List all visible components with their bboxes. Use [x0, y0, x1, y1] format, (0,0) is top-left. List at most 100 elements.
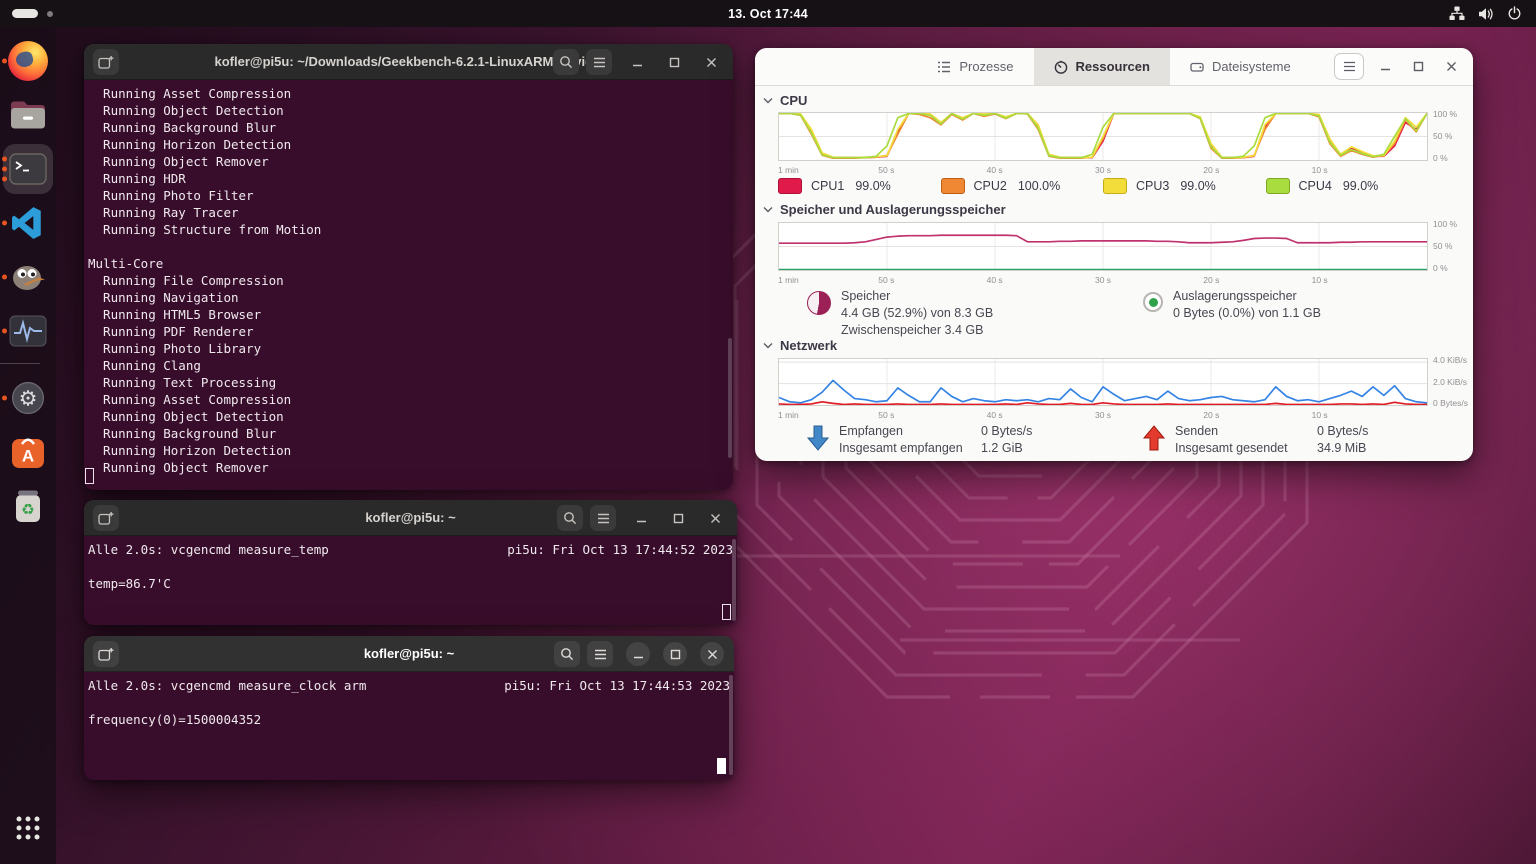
cpu-section-header[interactable]: CPU: [763, 93, 807, 108]
list-icon: [938, 61, 951, 72]
chevron-down-icon: [763, 207, 773, 213]
x-tick-label: 10 s: [1311, 275, 1328, 285]
x-tick-label: 20 s: [1203, 275, 1220, 285]
terminal3-search-button[interactable]: [554, 641, 580, 667]
drive-icon: [1190, 62, 1204, 72]
terminal1-search-button[interactable]: [553, 49, 579, 75]
x-tick-label: 20 s: [1203, 165, 1220, 175]
hamburger-menu-icon: [597, 513, 609, 523]
new-tab-button[interactable]: [93, 49, 119, 75]
terminal3-scrollbar[interactable]: [729, 675, 733, 775]
y-tick-label: 0 %: [1433, 263, 1448, 273]
close-icon: [710, 513, 720, 523]
x-tick-label: 1 min: [778, 410, 799, 420]
legend-cpu-name: CPU1: [811, 179, 845, 193]
terminal3-close-button[interactable]: [700, 642, 724, 666]
terminal1-menu-button[interactable]: [586, 49, 612, 75]
svg-text:♻: ♻: [21, 502, 34, 519]
dock-item-system-monitor[interactable]: [0, 305, 56, 357]
x-tick-label: 1 min: [778, 275, 799, 285]
terminal3-titlebar[interactable]: kofler@pi5u: ~: [84, 636, 734, 672]
terminal3-maximize-button[interactable]: [663, 642, 687, 666]
download-arrow-icon: [807, 425, 829, 451]
terminal2-cursor: [722, 604, 731, 620]
clock[interactable]: 13. Oct 17:44: [728, 7, 808, 21]
memory-info: Speicher 4.4 GB (52.9%) von 8.3 GB Zwisc…: [807, 288, 993, 339]
system-tray[interactable]: [1449, 0, 1522, 27]
network-chart: [778, 358, 1428, 406]
app-grid-icon: [16, 816, 40, 840]
recv-total-label: Insgesamt empfangen: [839, 441, 963, 455]
network-x-axis: 1 min 50 s 40 s 30 s 20 s 10 s: [778, 410, 1428, 420]
cpu-legend-item[interactable]: CPU3 99.0%: [1103, 178, 1266, 194]
terminal2-minimize-button[interactable]: [629, 506, 653, 530]
gauge-icon: [1054, 60, 1067, 74]
files-icon: [11, 101, 45, 129]
legend-cpu-name: CPU4: [1298, 179, 1332, 193]
cpu-legend-item[interactable]: CPU2 100.0%: [940, 178, 1104, 194]
terminal-window-temp: kofler@pi5u: ~ Alle 2.0s: vcgencmd measu…: [84, 500, 737, 625]
cpu-legend-item[interactable]: CPU4 99.0%: [1265, 178, 1429, 194]
watch-command: Alle 2.0s: vcgencmd measure_clock arm: [88, 678, 367, 693]
firefox-icon: [8, 41, 48, 81]
terminal2-close-button[interactable]: [703, 506, 727, 530]
tab-prozesse-label: Prozesse: [959, 59, 1014, 74]
show-applications-button[interactable]: [0, 802, 56, 854]
monitor-minimize-button[interactable]: [1373, 55, 1397, 79]
x-tick-label: 20 s: [1203, 410, 1220, 420]
dock-item-software[interactable]: A: [0, 426, 56, 478]
terminal2-scrollbar[interactable]: [732, 539, 736, 621]
legend-color-swatch: [1265, 178, 1290, 194]
terminal1-minimize-button[interactable]: [625, 50, 649, 74]
terminal2-titlebar[interactable]: kofler@pi5u: ~: [84, 500, 737, 536]
tab-dateisysteme-label: Dateisysteme: [1211, 59, 1291, 74]
dock-item-firefox[interactable]: [0, 35, 56, 87]
system-monitor-headerbar[interactable]: Prozesse Ressourcen Dateisysteme: [755, 48, 1473, 86]
cpu-x-axis: 1 min 50 s 40 s 30 s 20 s 10 s: [778, 165, 1428, 175]
search-icon: [560, 56, 573, 69]
svg-text:⚙: ⚙: [19, 388, 38, 411]
terminal-line: Running Text Processing: [88, 375, 277, 390]
cpu-legend-item[interactable]: CPU1 99.0%: [778, 178, 941, 194]
tab-ressourcen[interactable]: Ressourcen: [1033, 48, 1170, 85]
x-tick-label: 50 s: [878, 410, 895, 420]
terminal2-menu-button[interactable]: [590, 505, 616, 531]
memory-label: Speicher: [841, 289, 891, 303]
terminal1-maximize-button[interactable]: [662, 50, 686, 74]
dock-item-settings[interactable]: ⚙: [0, 372, 56, 424]
tab-dateisysteme[interactable]: Dateisysteme: [1170, 48, 1311, 85]
dock-item-gimp[interactable]: [0, 251, 56, 303]
terminal3-menu-button[interactable]: [587, 641, 613, 667]
terminal1-titlebar[interactable]: kofler@pi5u: ~/Downloads/Geekbench-6.2.1…: [84, 44, 733, 80]
workspace-indicator-active[interactable]: [12, 9, 38, 18]
terminal3-title: kofler@pi5u: ~: [363, 646, 455, 661]
terminal1-close-button[interactable]: [699, 50, 723, 74]
new-tab-button[interactable]: [93, 641, 119, 667]
dock-item-vscode[interactable]: [0, 197, 56, 249]
volume-icon: [1479, 7, 1493, 20]
memory-section-header[interactable]: Speicher und Auslagerungsspeicher: [763, 202, 1006, 217]
terminal3-minimize-button[interactable]: [626, 642, 650, 666]
monitor-close-button[interactable]: [1439, 55, 1463, 79]
terminal-line: Running Horizon Detection: [88, 443, 292, 458]
running-indicator: [2, 395, 7, 401]
terminal-line: Running File Compression: [88, 273, 284, 288]
cpu-y-axis: 100 % 50 % 0 %: [1433, 110, 1473, 163]
terminal1-scrollbar[interactable]: [728, 338, 732, 458]
new-tab-button[interactable]: [93, 505, 119, 531]
terminal2-maximize-button[interactable]: [666, 506, 690, 530]
top-bar: 13. Oct 17:44: [0, 0, 1536, 27]
send-rate-value: 0 Bytes/s: [1317, 424, 1369, 438]
dock-item-terminal[interactable]: [0, 143, 56, 195]
workspace-indicator-inactive[interactable]: [47, 11, 53, 17]
network-section-header[interactable]: Netzwerk: [763, 338, 837, 353]
x-tick-label: 40 s: [986, 410, 1003, 420]
dock-item-trash[interactable]: ♻: [0, 480, 56, 532]
monitor-menu-button[interactable]: [1334, 53, 1364, 80]
tab-prozesse[interactable]: Prozesse: [917, 48, 1033, 85]
monitor-maximize-button[interactable]: [1406, 55, 1430, 79]
dock-item-files[interactable]: [0, 89, 56, 141]
terminal2-search-button[interactable]: [557, 505, 583, 531]
swap-info: Auslagerungsspeicher 0 Bytes (0.0%) von …: [1143, 288, 1321, 322]
terminal-line: Running Horizon Detection: [88, 137, 292, 152]
